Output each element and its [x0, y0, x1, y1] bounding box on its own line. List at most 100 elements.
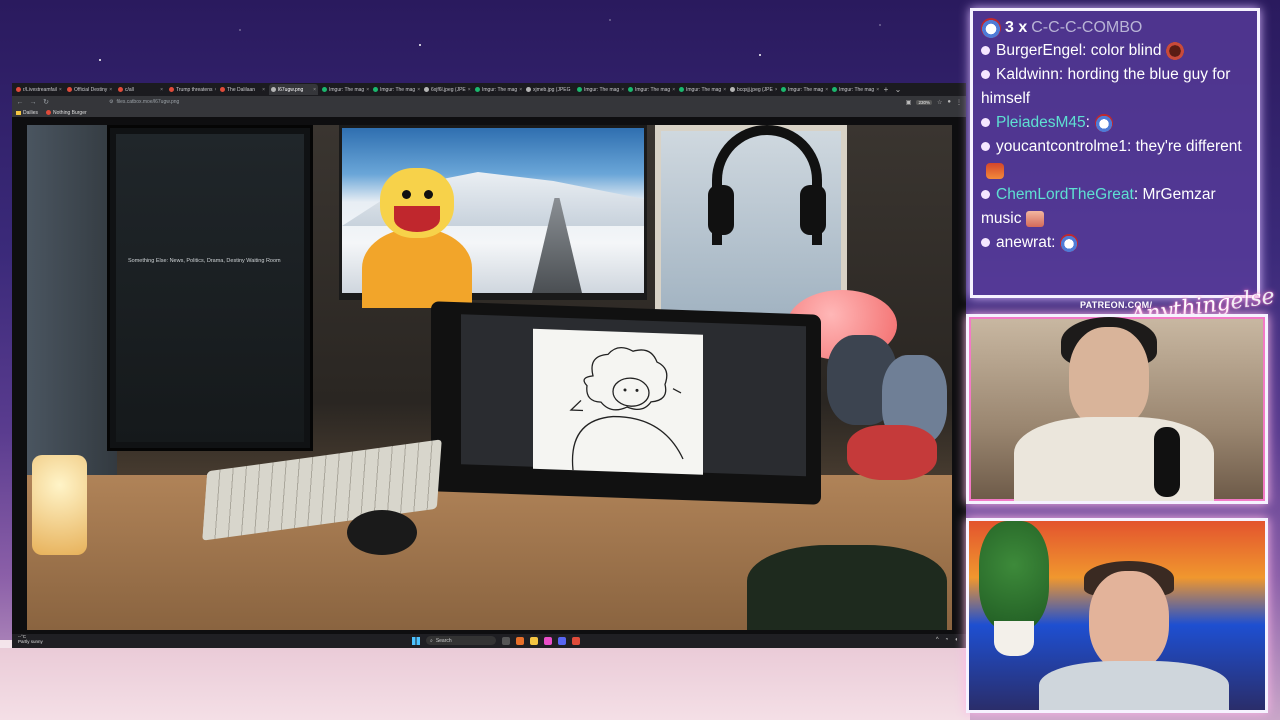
tab-favicon-icon [424, 87, 429, 92]
browser-tab[interactable]: Imgur: The mag × [575, 84, 624, 95]
tab-favicon-icon [271, 87, 276, 92]
obs-icon[interactable] [572, 636, 580, 645]
tray-chevron-icon[interactable]: ^ [936, 637, 939, 643]
reload-icon[interactable]: ↻ [42, 98, 50, 106]
drawing-canvas [533, 328, 703, 475]
bookmark-dailies[interactable]: Dailies [16, 110, 38, 116]
page-viewport: Something Else: News, Politics, Drama, D… [12, 117, 966, 634]
tab-favicon-icon [577, 87, 582, 92]
browser-tab[interactable]: Imgur: The mag × [320, 84, 369, 95]
tab-list-chevron-icon[interactable]: ⌄ [893, 85, 903, 94]
close-tab-icon[interactable]: × [825, 87, 828, 93]
volume-icon[interactable]: ◖ [954, 637, 958, 643]
network-icon[interactable]: ◔ [945, 637, 949, 643]
humidifier-lamp [32, 455, 87, 555]
bookmark-nothing-burger[interactable]: Nothing Burger [46, 110, 87, 116]
brown-emote-icon [1166, 41, 1185, 60]
weather-widget[interactable]: --°C Partly sunny [18, 634, 43, 645]
tab-label: Trump threatens [176, 86, 213, 93]
close-tab-icon[interactable]: × [417, 87, 420, 93]
chat-username[interactable]: ChemLordTheGreat [996, 186, 1134, 203]
bullet-icon [981, 190, 990, 200]
food-emote-icon [986, 162, 1004, 179]
browser-tab[interactable]: Imgur: The mag × [626, 84, 675, 95]
browser-tab[interactable]: xjmeb.jpg (JPEG× [524, 84, 573, 95]
chat-message: ChemLordTheGreat: MrGemzar music [981, 183, 1249, 231]
close-tab-icon[interactable]: × [313, 87, 316, 93]
browser-tab[interactable]: Imgur: The mag × [473, 84, 522, 95]
windows-start-icon[interactable] [412, 636, 420, 645]
browser-tab[interactable]: r/Livestreamfail × [14, 84, 63, 95]
task-view-icon[interactable] [502, 636, 510, 645]
chat-username[interactable]: PleiadesM45 [996, 114, 1086, 131]
folder-icon [16, 110, 21, 115]
chat-message: BurgerEngel: color blind [981, 39, 1249, 63]
file-explorer-icon[interactable] [530, 636, 538, 645]
browser-window: r/Livestreamfail × Official Destiny × c/all ×… [12, 83, 966, 648]
browser-tab[interactable]: Imgur: The mag × [779, 84, 828, 95]
tab-label: Imgur: The mag [788, 86, 824, 93]
browser-tab[interactable]: Imgur: The mag × [830, 84, 879, 95]
close-tab-icon[interactable]: × [59, 87, 62, 93]
browser-tab[interactable]: Official Destiny × [65, 84, 114, 95]
chair [747, 545, 947, 630]
close-tab-icon[interactable]: × [262, 87, 265, 93]
close-tab-icon[interactable]: × [775, 87, 777, 93]
face [1069, 327, 1149, 427]
chat-message: Kaldwinn: hording the blue guy for himse… [981, 63, 1249, 111]
taskbar-search[interactable]: ⌕ Search [426, 636, 496, 645]
blue-emote-icon [981, 18, 1001, 38]
site-info-icon[interactable]: ⚙ [109, 99, 113, 105]
back-icon[interactable]: ← [16, 99, 24, 106]
app-icon[interactable] [544, 636, 552, 645]
zoom-indicator[interactable]: 230% [916, 99, 932, 105]
close-tab-icon[interactable]: × [366, 87, 369, 93]
close-tab-icon[interactable]: × [723, 87, 726, 93]
tab-favicon-icon [67, 87, 72, 92]
chat-overlay: 3 x C-C-C-COMBO BurgerEngel: color blind… [970, 8, 1260, 298]
close-tab-icon[interactable]: × [519, 87, 522, 93]
menu-icon[interactable]: ⋮ [956, 99, 962, 106]
tab-label: Imgur: The mag [380, 86, 416, 93]
plant-pot [994, 621, 1034, 656]
browser-tab[interactable]: Trump threatens × [167, 84, 216, 95]
extension-icon[interactable]: ● [947, 99, 951, 105]
sheep-sketch [569, 347, 684, 471]
chat-text: : [1085, 114, 1090, 131]
browser-tab[interactable]: Imgur: The mag × [677, 84, 726, 95]
bookmark-star-icon[interactable]: ☆ [937, 99, 942, 106]
cloud-background [0, 640, 970, 720]
close-tab-icon[interactable]: × [215, 87, 217, 93]
discord-icon[interactable] [558, 636, 566, 645]
screenshot-icon[interactable]: ▣ [906, 99, 912, 106]
forward-icon[interactable]: → [29, 99, 37, 106]
close-tab-icon[interactable]: × [876, 87, 879, 93]
tab-favicon-icon [118, 87, 123, 92]
left-monitor: Something Else: News, Politics, Drama, D… [107, 125, 313, 451]
chat-username[interactable]: anewrat [996, 234, 1051, 251]
browser-tab[interactable]: l67ugw.png × [269, 84, 318, 95]
chat-message-list: BurgerEngel: color blind Kaldwinn: hordin… [981, 39, 1249, 255]
chat-username[interactable]: BurgerEngel [996, 42, 1082, 59]
chat-message: youcantcontrolme1: they're different [981, 135, 1249, 183]
browser-tab[interactable]: The Dalilaan × [218, 84, 267, 95]
close-tab-icon[interactable]: × [621, 87, 624, 93]
monitor-screen-text: Something Else: News, Politics, Drama, D… [128, 258, 281, 264]
url-field[interactable]: ⚙ files.catbox.moe/l67ugw.png [105, 98, 253, 107]
url-text: files.catbox.moe/l67ugw.png [116, 99, 180, 105]
close-tab-icon[interactable]: × [672, 87, 675, 93]
browser-icon[interactable] [516, 636, 524, 645]
close-tab-icon[interactable]: × [109, 87, 112, 93]
chat-text: : [1051, 234, 1056, 251]
close-tab-icon[interactable]: × [468, 87, 471, 93]
close-tab-icon[interactable]: × [160, 87, 163, 93]
plushies [827, 335, 947, 485]
browser-tab[interactable]: bcqsjj.jpeg (JPE × [728, 84, 777, 95]
chat-username[interactable]: Kaldwinn [996, 66, 1059, 83]
chat-username[interactable]: youcantcontrolme1 [996, 138, 1127, 155]
new-tab-icon[interactable]: + [881, 85, 891, 94]
browser-tab[interactable]: c/all × [116, 84, 165, 95]
browser-tab[interactable]: 6xjf6l.jpeg (JPE × [422, 84, 471, 95]
chat-message: PleiadesM45: [981, 111, 1249, 135]
browser-tab[interactable]: Imgur: The mag × [371, 84, 420, 95]
